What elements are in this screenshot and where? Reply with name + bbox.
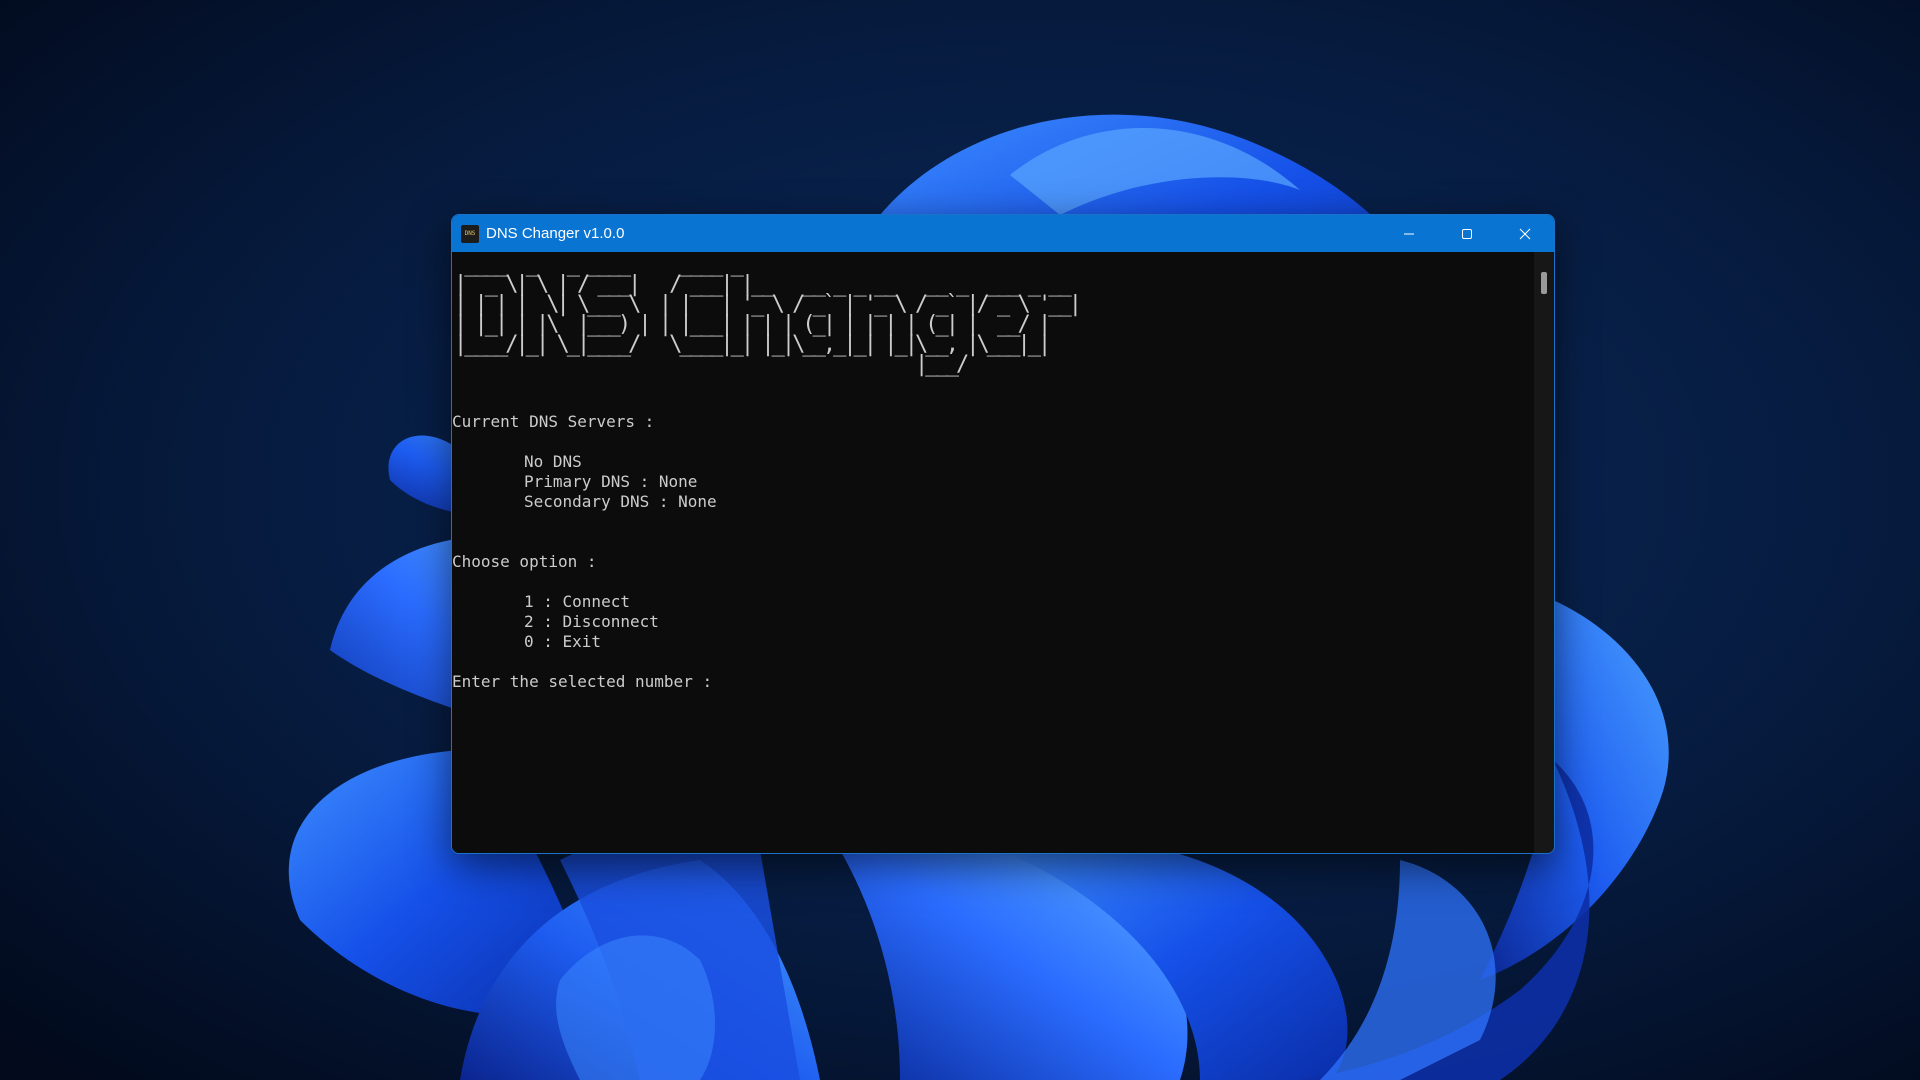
- secondary-dns-text: Secondary DNS : None: [524, 492, 717, 511]
- choose-option-heading: Choose option :: [452, 552, 597, 571]
- banner-line: |___/: [454, 352, 1079, 377]
- title-bar[interactable]: DNS DNS Changer v1.0.0: [452, 215, 1554, 252]
- vertical-scrollbar[interactable]: [1534, 252, 1554, 853]
- maximize-button[interactable]: [1438, 215, 1496, 252]
- console-window[interactable]: DNS DNS Changer v1.0.0 ____ _ _ ____ ___…: [451, 214, 1555, 854]
- no-dns-text: No DNS: [524, 452, 582, 471]
- input-prompt[interactable]: Enter the selected number :: [452, 672, 712, 692]
- close-button[interactable]: [1496, 215, 1554, 252]
- minimize-icon: [1404, 233, 1414, 234]
- maximize-icon: [1462, 228, 1472, 239]
- window-title: DNS Changer v1.0.0: [486, 225, 625, 242]
- current-servers-heading: Current DNS Servers :: [452, 412, 655, 431]
- option-exit: 0 : Exit: [524, 632, 602, 651]
- dns-changer-banner: ____ _ _ ____ ____ _ | _ \| \ | / ___| /…: [454, 254, 1082, 377]
- option-disconnect: 2 : Disconnect: [524, 612, 659, 631]
- scrollbar-thumb[interactable]: [1541, 272, 1547, 294]
- option-connect: 1 : Connect: [524, 592, 630, 611]
- minimize-button[interactable]: [1380, 215, 1438, 252]
- app-icon: DNS: [461, 225, 479, 243]
- primary-dns-text: Primary DNS : None: [524, 472, 698, 491]
- close-icon: [1519, 228, 1531, 239]
- console-output[interactable]: ____ _ _ ____ ____ _ | _ \| \ | / ___| /…: [452, 252, 1534, 853]
